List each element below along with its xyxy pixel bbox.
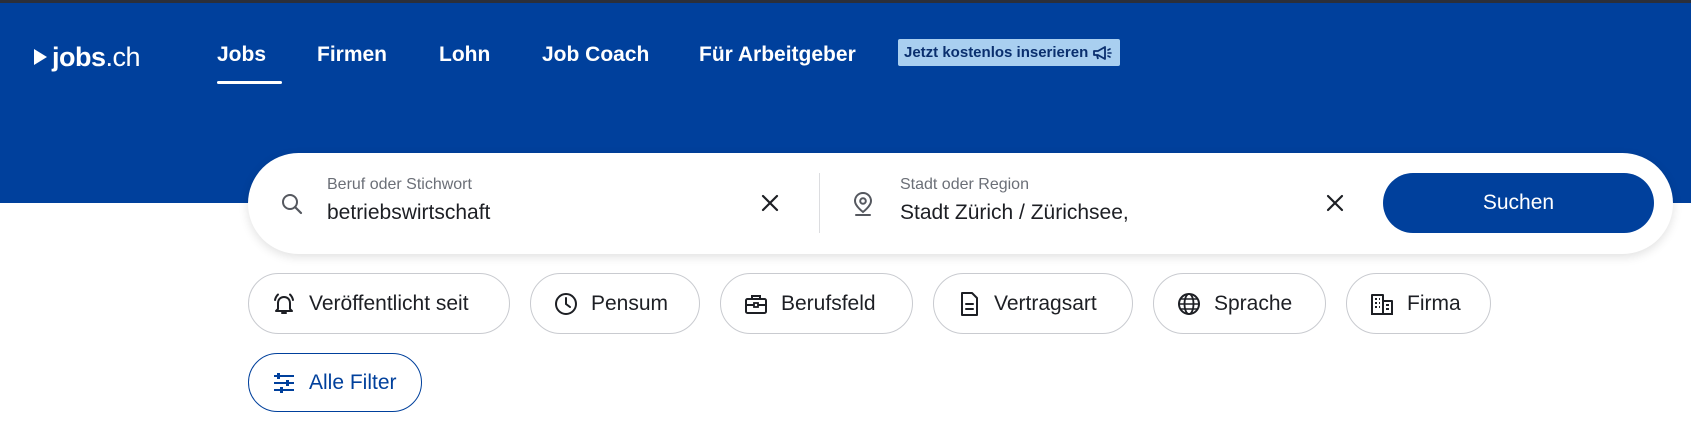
- briefcase-icon: [745, 294, 767, 314]
- globe-icon: [1178, 292, 1200, 315]
- megaphone-icon: [1093, 45, 1113, 60]
- nav-active-indicator: [217, 81, 282, 84]
- filter-chip-sprache[interactable]: Sprache: [1153, 273, 1326, 334]
- location-field-label: Stadt oder Region: [900, 176, 1029, 193]
- search-divider: [819, 173, 820, 233]
- location-pin-icon: [853, 191, 873, 216]
- building-icon: [1371, 293, 1393, 315]
- keyword-field-label: Beruf oder Stichwort: [327, 176, 472, 193]
- clear-location-button[interactable]: [1319, 187, 1351, 219]
- search-icon: [282, 194, 303, 215]
- nav-item-fuer-arbeitgeber[interactable]: Für Arbeitgeber: [699, 43, 856, 67]
- advertise-badge[interactable]: Jetzt kostenlos inserieren: [898, 39, 1121, 66]
- filter-chip-berufsfeld[interactable]: Berufsfeld: [720, 273, 913, 334]
- filter-chip-label: Pensum: [591, 291, 669, 315]
- close-icon: [1326, 194, 1344, 212]
- all-filters-label: Alle Filter: [309, 370, 397, 394]
- filter-chip-label: Sprache: [1214, 291, 1293, 315]
- filter-chip-vertragsart[interactable]: Vertragsart: [933, 273, 1133, 334]
- filter-chip-label: Firma: [1407, 291, 1461, 315]
- all-filters-button[interactable]: Alle Filter: [248, 353, 422, 412]
- filter-chip-published[interactable]: Veröffentlicht seit: [248, 273, 510, 334]
- keyword-input[interactable]: betriebswirtschaft: [327, 201, 490, 225]
- sliders-icon: [274, 372, 294, 393]
- filter-chip-pensum[interactable]: Pensum: [530, 273, 700, 334]
- advertise-badge-label: Jetzt kostenlos inserieren: [904, 44, 1089, 61]
- play-logo-icon: [34, 49, 47, 65]
- document-icon: [961, 291, 978, 316]
- nav-item-firmen[interactable]: Firmen: [317, 43, 387, 67]
- filter-chip-firma[interactable]: Firma: [1346, 273, 1491, 334]
- search-bar: Beruf oder Stichwort betriebswirtschaft …: [248, 153, 1673, 254]
- jobs-ch-logo[interactable]: jobs.ch: [32, 39, 141, 75]
- filter-chip-label: Berufsfeld: [781, 291, 876, 315]
- filter-chip-label: Vertragsart: [994, 291, 1097, 315]
- clock-icon: [555, 292, 577, 315]
- location-input[interactable]: Stadt Zürich / Zürichsee,: [900, 201, 1129, 225]
- nav-item-jobs[interactable]: Jobs: [217, 43, 266, 67]
- nav-item-job-coach[interactable]: Job Coach: [542, 43, 649, 67]
- search-button[interactable]: Suchen: [1383, 173, 1654, 233]
- clear-keyword-button[interactable]: [754, 187, 786, 219]
- close-icon: [761, 194, 779, 212]
- bell-icon: [274, 293, 294, 314]
- filter-chip-label: Veröffentlicht seit: [309, 291, 469, 315]
- nav-item-lohn[interactable]: Lohn: [439, 43, 490, 67]
- logo-text: jobs.ch: [52, 41, 141, 72]
